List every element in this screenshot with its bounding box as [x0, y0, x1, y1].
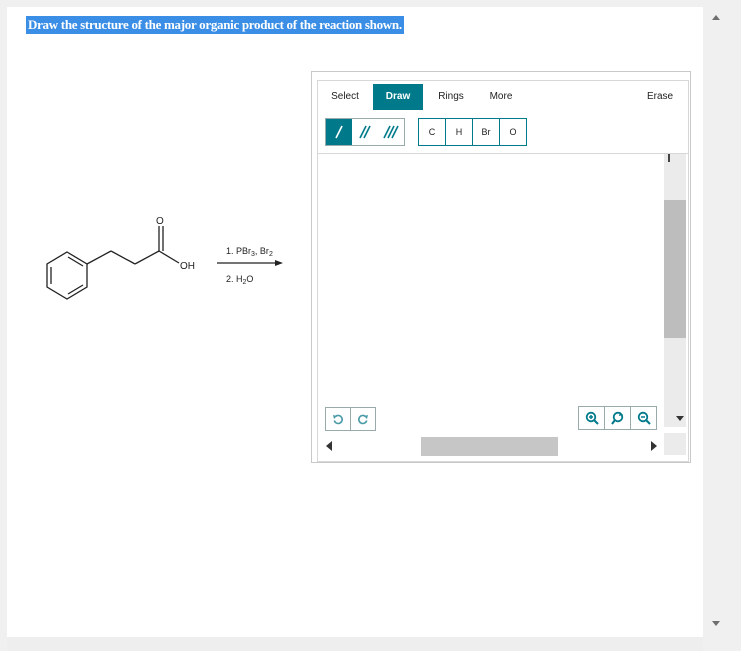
zoom-dropdown-caret-icon[interactable] [676, 416, 684, 421]
drawing-canvas[interactable] [318, 154, 664, 422]
page-vertical-scrollbar[interactable] [703, 7, 741, 637]
zoom-out-icon [637, 411, 651, 425]
question-page: Draw the structure of the major organic … [7, 7, 703, 637]
structure-editor: Select Draw Rings More Erase C H Br O [311, 71, 691, 463]
atom-tool-group: C H Br O [418, 118, 527, 146]
editor-tabbar: Select Draw Rings More Erase [318, 81, 688, 112]
zoom-reset-icon [610, 411, 623, 425]
hydroxyl-label: OH [180, 261, 195, 272]
canvas-vertical-scrollbar[interactable] [664, 154, 686, 427]
editor-toolbar: C H Br O [318, 113, 688, 154]
tab-rings[interactable]: Rings [431, 84, 471, 110]
zoom-tool-group [578, 406, 657, 430]
reaction-arrow-head [275, 260, 283, 266]
undo-redo-group [325, 407, 376, 431]
triple-bond-icon [383, 125, 399, 139]
zoom-in-button[interactable] [579, 407, 604, 429]
atom-carbon-button[interactable]: C [419, 119, 446, 145]
tab-select[interactable]: Select [324, 84, 366, 110]
undo-button[interactable] [326, 408, 350, 430]
starting-material-structure [46, 226, 279, 300]
carbonyl-oxygen-label: O [156, 216, 164, 227]
tab-draw[interactable]: Draw [373, 84, 423, 110]
editor-frame: Select Draw Rings More Erase C H Br O [317, 80, 689, 462]
redo-icon [358, 414, 368, 425]
double-bond-icon [359, 125, 371, 139]
single-bond-button[interactable] [326, 119, 352, 145]
reagent-step-1: 1. PBr3, Br2 [226, 246, 273, 258]
triple-bond-button[interactable] [378, 119, 404, 145]
tab-more[interactable]: More [481, 84, 521, 110]
scroll-down-arrow-icon[interactable] [712, 621, 720, 626]
horizontal-scroll-thumb[interactable] [421, 437, 558, 456]
scroll-tick [668, 154, 670, 162]
atom-bromine-button[interactable]: Br [473, 119, 500, 145]
reagent-step-2: 2. H2O [226, 274, 253, 286]
zoom-out-button[interactable] [630, 407, 656, 429]
tab-erase[interactable]: Erase [640, 84, 680, 110]
undo-icon [333, 414, 343, 425]
redo-button[interactable] [350, 408, 375, 430]
scroll-left-arrow-icon[interactable] [326, 441, 332, 451]
page-bottom-strip [7, 637, 703, 651]
canvas-horizontal-scrollbar[interactable] [318, 433, 664, 456]
bond-tool-group [325, 118, 405, 146]
zoom-in-icon [585, 411, 599, 425]
scrollbar-corner [664, 433, 686, 455]
single-bond-icon [335, 125, 343, 139]
scroll-up-arrow-icon[interactable] [712, 15, 720, 20]
atom-oxygen-button[interactable]: O [500, 119, 526, 145]
scroll-right-arrow-icon[interactable] [651, 441, 657, 451]
double-bond-button[interactable] [352, 119, 378, 145]
atom-hydrogen-button[interactable]: H [446, 119, 473, 145]
reaction-scheme: O OH 1. PBr3, Br2 2. H2O [46, 216, 283, 300]
vertical-scroll-thumb[interactable] [664, 200, 686, 338]
zoom-reset-button[interactable] [604, 407, 630, 429]
